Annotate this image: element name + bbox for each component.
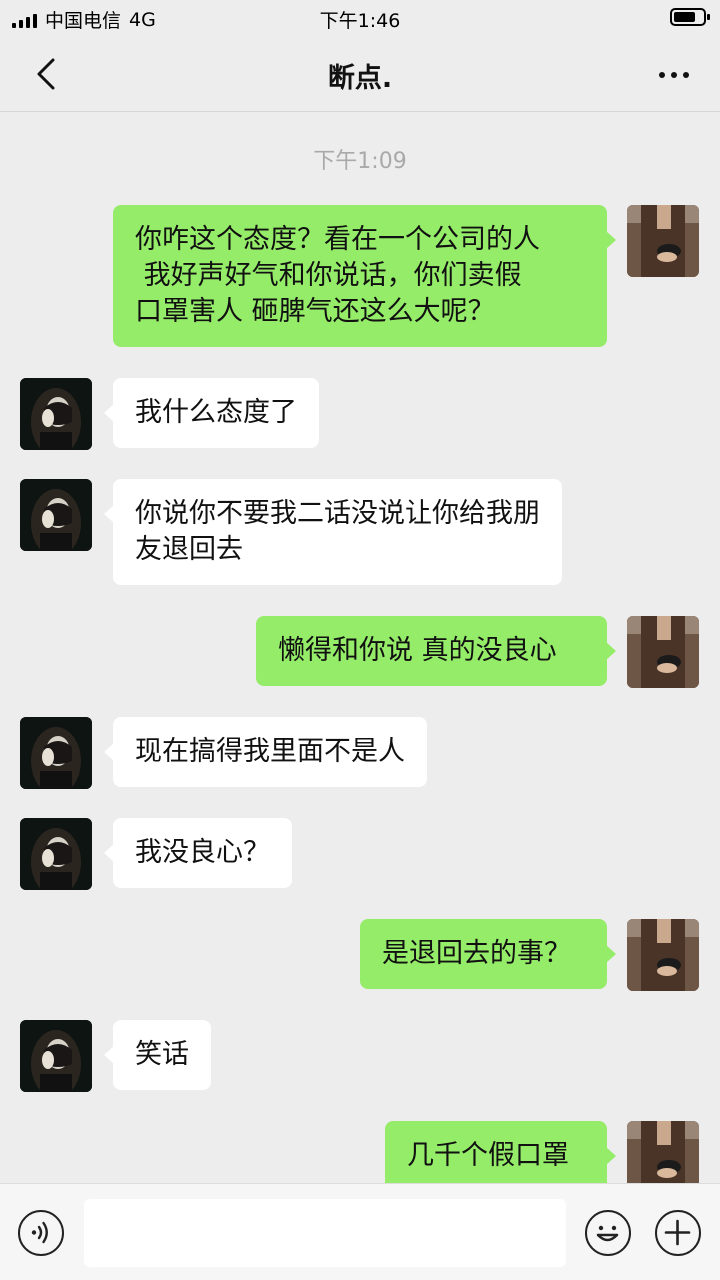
message-line: 你咋这个态度？看在一个公司的人: [135, 224, 540, 255]
my-avatar[interactable]: [627, 919, 699, 991]
message-line: 现在搞得我里面不是人: [135, 736, 405, 767]
avatar-photo: [627, 205, 699, 277]
incoming-message[interactable]: 你说你不要我二话没说让你给我朋 友退回去: [104, 479, 562, 585]
avatar-photo: [627, 1121, 699, 1183]
message-line: 笑话: [135, 1039, 189, 1070]
incoming-message[interactable]: 现在搞得我里面不是人: [104, 717, 427, 787]
voice-button[interactable]: [18, 1210, 64, 1256]
message-line: 懒得和你说 真的没良心: [278, 635, 557, 666]
incoming-message[interactable]: 笑话: [104, 1020, 211, 1090]
more-button[interactable]: [652, 58, 696, 92]
my-avatar[interactable]: [627, 1121, 699, 1183]
chat-area[interactable]: 下午1:09 你咋这个态度？看在一个公司的人 我好声好气和你说话，你们卖假 口罩害…: [0, 113, 720, 1183]
message-line: 我什么态度了: [135, 397, 297, 428]
avatar-photo: [20, 818, 92, 890]
more-dot-icon: [683, 72, 689, 78]
message-line: 你说你不要我二话没说让你给我朋: [135, 498, 540, 529]
emoji-button[interactable]: [585, 1210, 631, 1256]
my-avatar[interactable]: [627, 616, 699, 688]
incoming-message[interactable]: 我什么态度了: [104, 378, 319, 448]
avatar-photo: [20, 717, 92, 789]
voice-icon: [31, 1221, 48, 1244]
more-dot-icon: [671, 72, 677, 78]
avatar-photo: [20, 479, 92, 551]
message-line: 友退回去: [135, 534, 243, 565]
avatar-photo: [627, 919, 699, 991]
plus-icon: [664, 1219, 691, 1246]
message-line: 是退回去的事？: [382, 938, 571, 969]
outgoing-message[interactable]: 几千个假口罩: [385, 1121, 616, 1183]
incoming-message[interactable]: 我没良心？: [104, 818, 292, 888]
message-timestamp: 下午1:09: [313, 149, 407, 174]
outgoing-message[interactable]: 懒得和你说 真的没良心: [256, 616, 616, 686]
battery-level: [674, 12, 695, 22]
avatar-photo: [20, 378, 92, 450]
input-bar: [0, 1183, 720, 1280]
message-line: 我没良心？: [135, 837, 270, 868]
message-line: 口罩害人 砸脾气还这么大呢？: [135, 296, 495, 327]
plus-button[interactable]: [655, 1210, 701, 1256]
outgoing-message[interactable]: 你咋这个态度？看在一个公司的人 我好声好气和你说话，你们卖假 口罩害人 砸脾气还这…: [113, 205, 616, 347]
nav-bar: 断点.: [0, 34, 720, 112]
emoji-icon: [596, 1225, 619, 1242]
avatar-photo: [20, 1020, 92, 1092]
avatar-photo: [627, 616, 699, 688]
message-input[interactable]: [84, 1199, 566, 1267]
message-line: 我好声好气和你说话，你们卖假: [135, 260, 522, 291]
outgoing-message[interactable]: 是退回去的事？: [360, 919, 616, 989]
message-line: 几千个假口罩: [407, 1140, 569, 1171]
contact-avatar[interactable]: [20, 1020, 92, 1092]
status-time: 下午1:46: [319, 10, 401, 32]
more-dot-icon: [659, 72, 665, 78]
status-bar: 中国电信 4G 下午1:46: [0, 0, 720, 34]
chat-title: 断点.: [327, 63, 393, 94]
my-avatar[interactable]: [627, 205, 699, 277]
contact-avatar[interactable]: [20, 479, 92, 551]
contact-avatar[interactable]: [20, 818, 92, 890]
contact-avatar[interactable]: [20, 717, 92, 789]
battery-icon: [670, 8, 710, 26]
contact-avatar[interactable]: [20, 378, 92, 450]
